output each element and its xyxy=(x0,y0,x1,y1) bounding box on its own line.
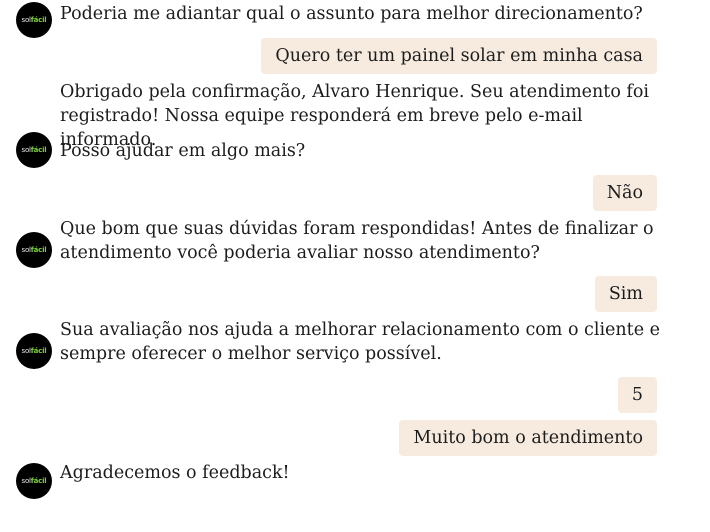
user-message-bubble: Sim xyxy=(594,276,657,312)
bot-message: Agradecemos o feedback! xyxy=(60,463,290,483)
bot-message: Sua avaliação nos ajuda a melhorar relac… xyxy=(60,320,660,364)
bot-avatar: solfácil xyxy=(16,132,52,168)
bot-avatar: solfácil xyxy=(16,2,52,38)
bot-avatar: solfácil xyxy=(16,232,52,268)
solfacil-logo: solfácil xyxy=(21,245,47,254)
bot-avatar: solfácil xyxy=(16,463,52,499)
user-message-bubble: 5 xyxy=(617,377,657,413)
bot-message: Poderia me adiantar qual o assunto para … xyxy=(60,4,643,24)
solfacil-logo: solfácil xyxy=(21,346,47,355)
bot-message: Posso ajudar em algo mais? xyxy=(60,141,306,161)
solfacil-logo: solfácil xyxy=(21,145,47,154)
user-message-bubble: Não xyxy=(592,175,657,211)
user-message-bubble: Quero ter um painel solar em minha casa xyxy=(261,38,657,74)
bot-message: Que bom que suas dúvidas foram respondid… xyxy=(60,219,654,263)
user-message-bubble: Muito bom o atendimento xyxy=(399,420,657,456)
solfacil-logo: solfácil xyxy=(21,476,47,485)
bot-avatar: solfácil xyxy=(16,333,52,369)
solfacil-logo: solfácil xyxy=(21,15,47,24)
